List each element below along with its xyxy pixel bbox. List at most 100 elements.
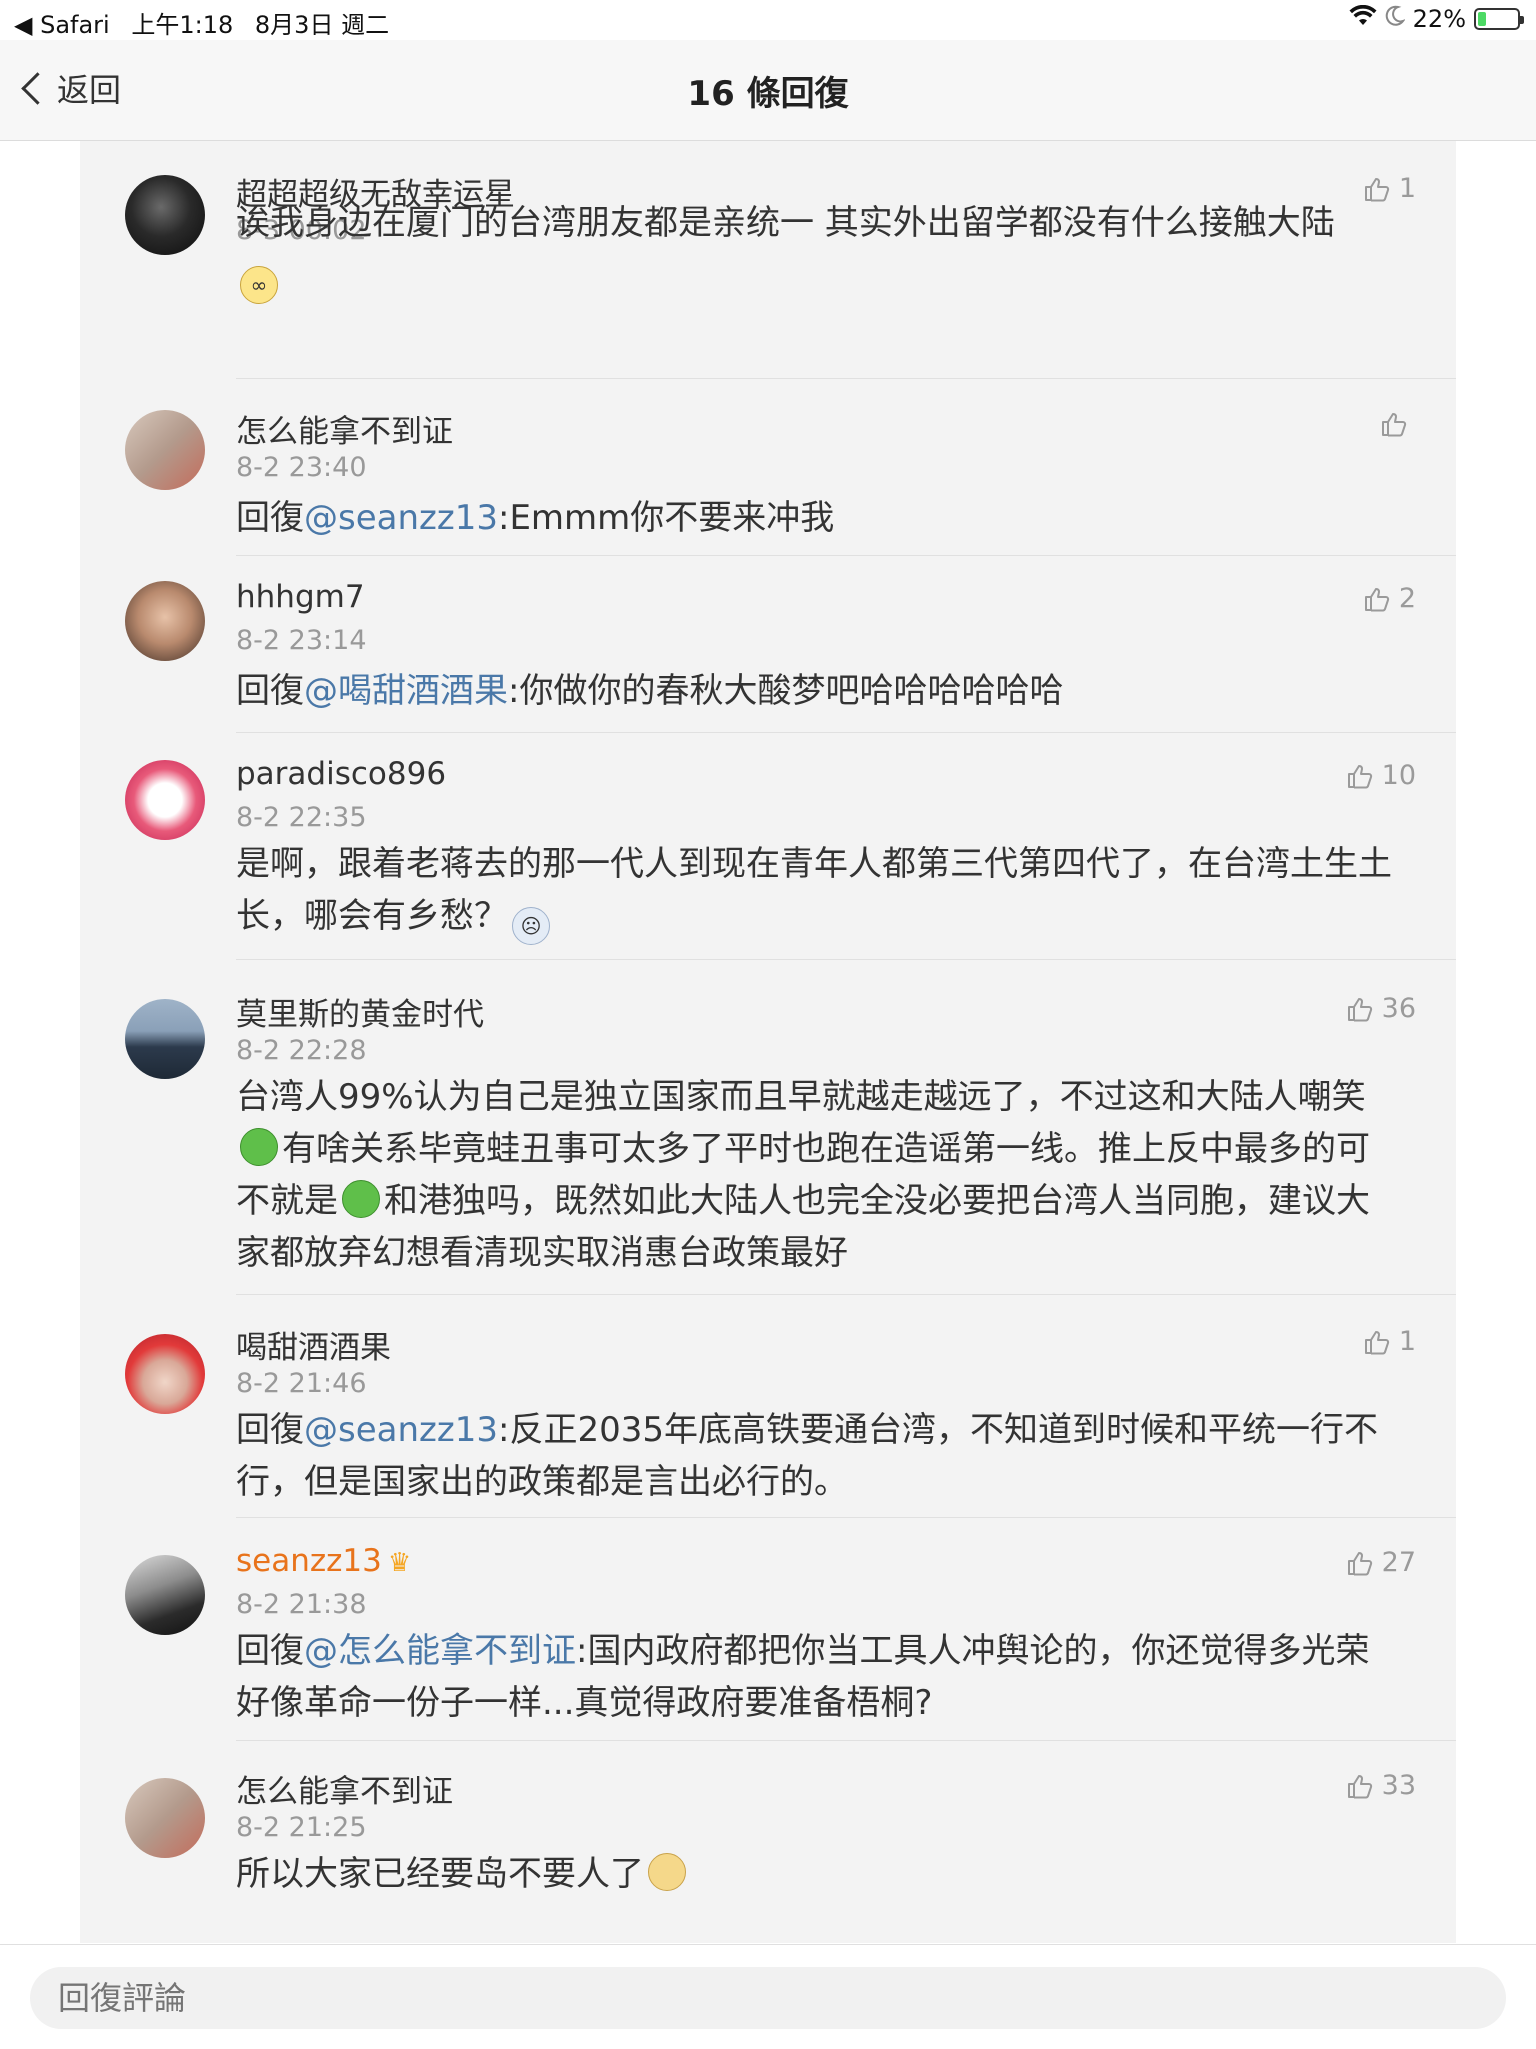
comment-text-content: :你做你的春秋大酸梦吧哈哈哈哈哈哈 [508, 671, 1064, 711]
like-count: 10 [1381, 760, 1416, 791]
reply-bar [0, 1944, 1536, 2049]
page-title: 16 條回復 [687, 74, 849, 114]
like-button[interactable]: 27 [1346, 1547, 1416, 1578]
reply-prefix: 回復 [236, 1410, 304, 1450]
like-count: 1 [1398, 173, 1416, 204]
crying-face-emoji-icon: ☹ [512, 907, 550, 945]
like-button[interactable]: 10 [1346, 760, 1416, 791]
thumbs-up-icon [1346, 1549, 1374, 1577]
divider [236, 555, 1456, 556]
comment-text: 回復@喝甜酒酒果:你做你的春秋大酸梦吧哈哈哈哈哈哈 [236, 665, 1396, 717]
frog-emoji-icon [240, 1128, 278, 1166]
comment-text: 诶我身边在厦门的台湾朋友都是亲统一 其实外出留学都没有什么接触大陆 ∞ [236, 197, 1396, 304]
comment-text-content: 所以大家已经要岛不要人了 [236, 1854, 644, 1894]
comment-item: 怎么能拿不到证 8-2 21:25 33 所以大家已经要岛不要人了 [80, 1742, 1456, 1943]
comment-text-content: 诶我身边在厦门的台湾朋友都是亲统一 其实外出留学都没有什么接触大陆 [236, 203, 1335, 243]
status-right: 22% [1349, 4, 1524, 33]
comment-time: 8-2 21:46 [236, 1368, 367, 1399]
comment-username[interactable]: 莫里斯的黄金时代 [236, 989, 484, 1034]
comment-list: 超超超级无敌幸运星 8-3 00:02 1 诶我身边在厦门的台湾朋友都是亲统一 … [80, 141, 1456, 1943]
username-text: seanzz13 [236, 1543, 382, 1579]
divider [236, 1517, 1456, 1518]
comment-time: 8-2 22:28 [236, 1035, 367, 1066]
comment-username[interactable]: 喝甜酒酒果 [236, 1322, 391, 1367]
reply-prefix: 回復 [236, 1631, 304, 1671]
like-count: 2 [1398, 583, 1416, 614]
comment-time: 8-2 21:38 [236, 1589, 367, 1620]
like-count: 27 [1381, 1547, 1416, 1578]
divider [236, 959, 1456, 960]
comment-username[interactable]: hhhgm7 [236, 579, 365, 615]
comment-username[interactable]: seanzz13 ♛ [236, 1543, 411, 1579]
thumbs-up-icon [1363, 1328, 1391, 1356]
battery-icon [1474, 8, 1524, 30]
comment-text: 回復@怎么能拿不到证:国内政府都把你当工具人冲舆论的，你还觉得多光荣好像革命一份… [236, 1625, 1396, 1729]
comment-item: paradisco896 8-2 22:35 10 是啊，跟着老蒋去的那一代人到… [80, 734, 1456, 960]
comment-username[interactable]: 怎么能拿不到证 [236, 1766, 453, 1811]
comment-text: 台湾人99%认为自己是独立国家而且早就越走越远了，不过这和大陆人嘲笑有啥关系毕竟… [236, 1071, 1396, 1279]
battery-level [1478, 12, 1486, 26]
comment-text-part: 和港独吗，既然如此大陆人也完全没必要把台湾人当同胞，建议大家都放弃幻想看清现实取… [236, 1181, 1370, 1273]
comment-text-part: 台湾人99%认为自己是独立国家而且早就越走越远了，不过这和大陆人嘲笑 [236, 1077, 1366, 1117]
reply-comment-input[interactable] [30, 1967, 1506, 2029]
like-button[interactable]: 1 [1363, 1326, 1416, 1357]
mention-link[interactable]: @seanzz13 [304, 1410, 498, 1450]
divider [236, 1294, 1456, 1295]
avatar[interactable] [125, 175, 205, 255]
avatar[interactable] [125, 1555, 205, 1635]
comment-time: 8-2 22:35 [236, 802, 367, 833]
reply-prefix: 回復 [236, 671, 304, 711]
like-count: 36 [1381, 993, 1416, 1024]
like-button[interactable] [1380, 410, 1416, 438]
like-button[interactable]: 33 [1346, 1770, 1416, 1801]
like-button[interactable]: 2 [1363, 583, 1416, 614]
status-bar: ◀ Safari 上午1:18 8月3日 週二 22% [0, 0, 1536, 40]
comment-item: 超超超级无敌幸运星 8-3 00:02 1 诶我身边在厦门的台湾朋友都是亲统一 … [80, 141, 1456, 379]
reply-prefix: 回復 [236, 498, 304, 538]
crown-badge-icon: ♛ [387, 1548, 412, 1578]
wink-glasses-emoji-icon: ∞ [240, 266, 278, 304]
comment-username[interactable]: 怎么能拿不到证 [236, 406, 453, 451]
thumbs-up-icon [1363, 585, 1391, 613]
comment-text-content: :Emmm你不要来冲我 [497, 498, 835, 538]
comment-time: 8-2 21:25 [236, 1812, 367, 1843]
comment-item: hhhgm7 8-2 23:14 2 回復@喝甜酒酒果:你做你的春秋大酸梦吧哈哈… [80, 557, 1456, 733]
mention-link[interactable]: @怎么能拿不到证 [304, 1631, 576, 1671]
wifi-icon [1349, 4, 1377, 33]
thumbs-up-icon [1346, 762, 1374, 790]
avatar[interactable] [125, 581, 205, 661]
comment-item: 莫里斯的黄金时代 8-2 22:28 36 台湾人99%认为自己是独立国家而且早… [80, 961, 1456, 1295]
comment-item: 怎么能拿不到证 8-2 23:40 回復@seanzz13:Emmm你不要来冲我 [80, 380, 1456, 556]
comment-time: 8-2 23:14 [236, 625, 367, 656]
avatar[interactable] [125, 410, 205, 490]
comment-text: 回復@seanzz13:反正2035年底高铁要通台湾，不知道到时候和平统一行不行… [236, 1404, 1396, 1508]
comment-text-content: 是啊，跟着老蒋去的那一代人到现在青年人都第三代第四代了，在台湾土生土长，哪会有乡… [236, 844, 1392, 936]
like-count: 33 [1381, 1770, 1416, 1801]
frog-emoji-icon [342, 1180, 380, 1218]
nav-bar: 返回 16 條回復 [0, 40, 1536, 141]
avatar[interactable] [125, 999, 205, 1079]
status-date: 8月3日 週二 [254, 11, 390, 39]
avatar[interactable] [125, 760, 205, 840]
avatar[interactable] [125, 1778, 205, 1858]
divider [236, 732, 1456, 733]
status-left: ◀ Safari 上午1:18 8月3日 週二 [14, 5, 403, 40]
comment-username[interactable]: paradisco896 [236, 756, 446, 792]
comment-time: 8-2 23:40 [236, 452, 367, 483]
mention-link[interactable]: @seanzz13 [304, 498, 498, 538]
battery-percent: 22% [1412, 5, 1466, 33]
comment-text: 回復@seanzz13:Emmm你不要来冲我 [236, 492, 1396, 544]
thumbs-up-icon [1346, 995, 1374, 1023]
comment-text: 所以大家已经要岛不要人了 [236, 1848, 1396, 1900]
like-button[interactable]: 36 [1346, 993, 1416, 1024]
back-to-app[interactable]: ◀ Safari [14, 11, 110, 39]
doge-emoji-icon [648, 1853, 686, 1891]
comment-text: 是啊，跟着老蒋去的那一代人到现在青年人都第三代第四代了，在台湾土生土长，哪会有乡… [236, 838, 1396, 945]
thumbs-up-icon [1346, 1772, 1374, 1800]
mention-link[interactable]: @喝甜酒酒果 [304, 671, 508, 711]
divider [236, 378, 1456, 379]
like-count: 1 [1398, 1326, 1416, 1357]
avatar[interactable] [125, 1334, 205, 1414]
thumbs-up-icon [1380, 410, 1408, 438]
comment-item: 喝甜酒酒果 8-2 21:46 1 回復@seanzz13:反正2035年底高铁… [80, 1296, 1456, 1518]
